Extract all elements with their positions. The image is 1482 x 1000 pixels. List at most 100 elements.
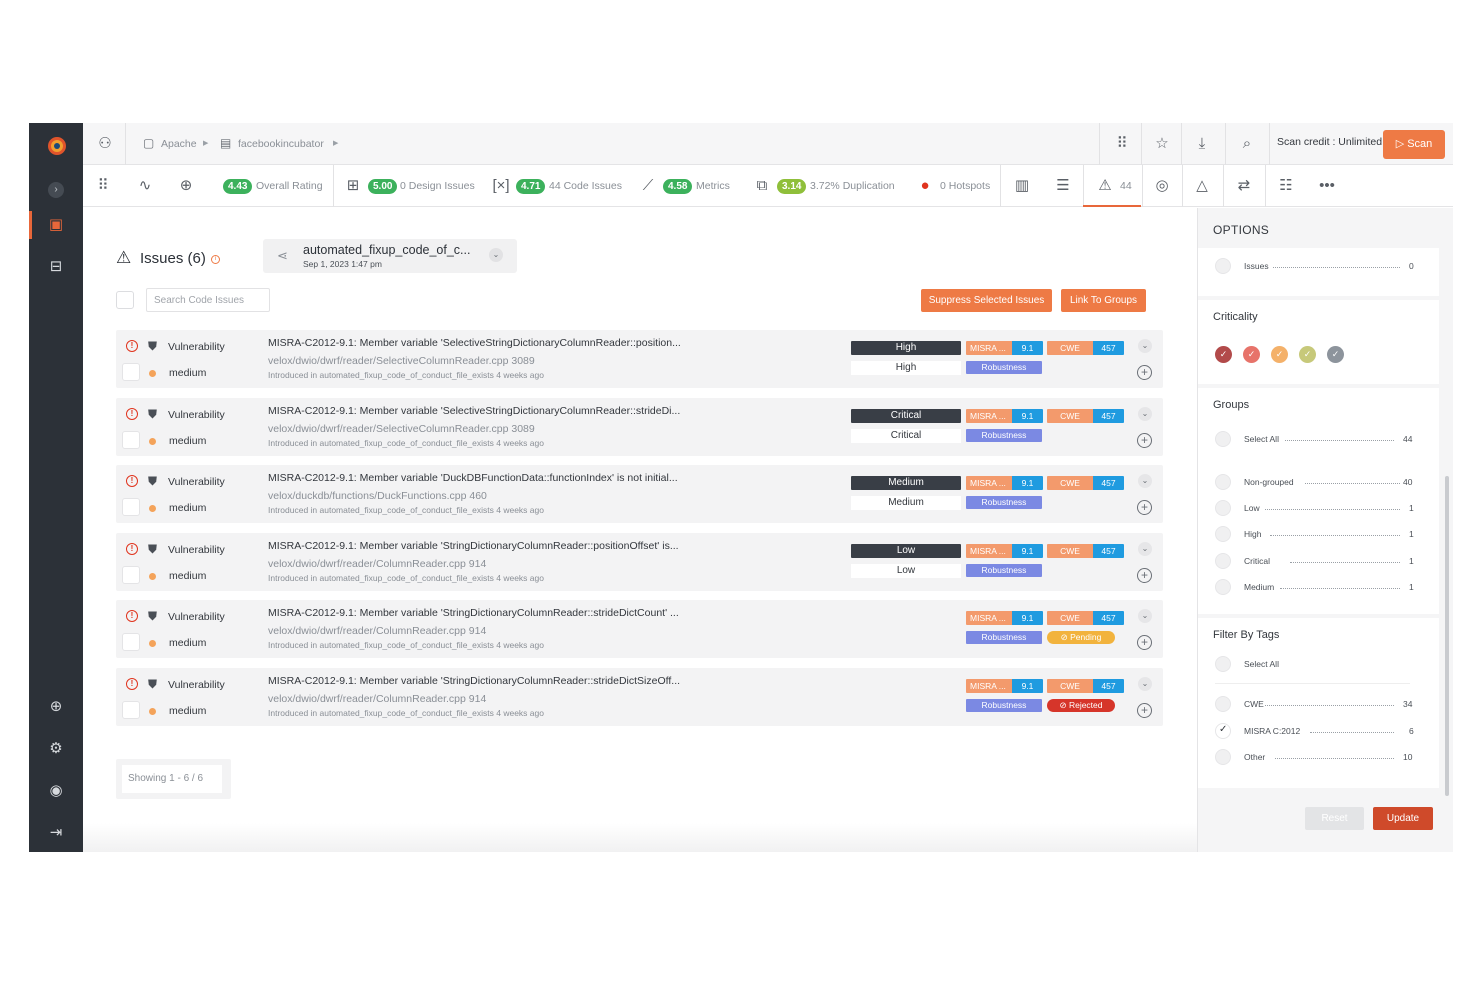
alert-triangle-icon[interactable]: △ — [1187, 165, 1217, 207]
criticality-filter-dot[interactable]: ✓ — [1299, 346, 1316, 363]
breadcrumb-org[interactable]: Apache — [161, 138, 197, 150]
breadcrumb-repo[interactable]: facebookincubator — [238, 138, 324, 150]
options-scrollbar[interactable] — [1445, 476, 1449, 796]
cwe-tag[interactable]: CWE 457 — [1047, 611, 1124, 625]
more-icon[interactable]: ••• — [1312, 165, 1342, 207]
group-radio[interactable] — [1215, 552, 1231, 569]
issue-checkbox[interactable] — [122, 700, 140, 719]
issue-title[interactable]: MISRA-C2012-9.1: Member variable 'String… — [268, 607, 679, 619]
pending-status-badge[interactable]: ⊘ Pending — [1047, 631, 1115, 644]
add-icon[interactable]: + — [1137, 702, 1152, 718]
search-input[interactable]: Search Code Issues — [146, 288, 270, 312]
integrations-icon[interactable]: ⊕ — [46, 697, 66, 717]
chevron-down-icon[interactable]: ⌄ — [1138, 676, 1152, 691]
dashboard-icon[interactable]: ⠿ — [88, 165, 118, 207]
cwe-tag[interactable]: CWE 457 — [1047, 678, 1124, 693]
select-all-checkbox[interactable] — [116, 291, 134, 309]
download-icon[interactable]: ⤓ — [1182, 123, 1222, 165]
criticality-filter-dot[interactable]: ✓ — [1327, 346, 1344, 363]
scan-button[interactable]: ▷ Scan — [1383, 130, 1445, 159]
issue-file[interactable]: velox/dwio/dwrf/reader/ColumnReader.cpp … — [268, 693, 486, 705]
issue-checkbox[interactable] — [122, 430, 140, 449]
issue-row[interactable]: ! ⛊ Vulnerability medium MISRA-C2012-9.1: Me… — [116, 600, 1163, 658]
cwe-tag[interactable]: CWE 457 — [1047, 476, 1124, 490]
issue-file[interactable]: velox/dwio/dwrf/reader/SelectiveColumnRe… — [268, 355, 535, 367]
issue-checkbox[interactable] — [122, 363, 140, 381]
chevron-down-icon[interactable]: ⌄ — [1138, 541, 1152, 556]
add-icon[interactable]: + — [1137, 365, 1152, 380]
duplication-label[interactable]: 3.72% Duplication — [810, 180, 895, 192]
add-icon[interactable]: + — [1137, 500, 1152, 515]
activity-icon[interactable]: ∿ — [130, 165, 160, 207]
issue-file[interactable]: velox/duckdb/functions/DuckFunctions.cpp… — [268, 490, 487, 502]
grid-menu-icon[interactable]: ⠿ — [1102, 123, 1142, 165]
criticality-filter-dot[interactable]: ✓ — [1215, 346, 1232, 363]
tags-select-all-radio[interactable] — [1215, 656, 1231, 672]
search-icon[interactable]: ⌕ — [1227, 123, 1267, 165]
issue-title[interactable]: MISRA-C2012-9.1: Member variable 'Select… — [268, 405, 680, 417]
group-radio[interactable] — [1215, 474, 1231, 490]
issues-filter-radio[interactable] — [1215, 258, 1231, 274]
target-icon[interactable]: ⊕ — [171, 165, 201, 207]
criticality-filter-dot[interactable]: ✓ — [1271, 346, 1288, 363]
criticality-filter-dot[interactable]: ✓ — [1243, 346, 1260, 363]
link-to-groups-button[interactable]: Link To Groups — [1061, 289, 1146, 312]
tag-checkbox[interactable] — [1215, 749, 1231, 765]
reset-button[interactable]: Reset — [1305, 807, 1364, 830]
group-radio[interactable] — [1215, 578, 1231, 595]
issue-row[interactable]: ! ⛊ Vulnerability medium MISRA-C2012-9.1: Me… — [116, 465, 1163, 523]
cwe-tag[interactable]: CWE 457 — [1047, 341, 1124, 355]
branch-selector[interactable]: ⋖ automated_fixup_code_of_c... Sep 1, 20… — [263, 239, 517, 273]
robustness-tag[interactable]: Robustness — [966, 361, 1042, 374]
misra-tag[interactable]: MISRA ... 9.1 — [966, 543, 1043, 558]
layout-icon[interactable]: ▥ — [1007, 165, 1037, 207]
misra-tag[interactable]: MISRA ... 9.1 — [966, 341, 1043, 355]
info-icon[interactable]: i — [211, 255, 220, 264]
rejected-status-badge[interactable]: ⊘ Rejected — [1047, 698, 1115, 712]
chevron-down-icon[interactable]: ⌄ — [1138, 339, 1152, 353]
warning-icon[interactable]: ⚠ — [1090, 165, 1120, 207]
update-button[interactable]: Update — [1373, 807, 1433, 830]
issue-file[interactable]: velox/dwio/dwrf/reader/SelectiveColumnRe… — [268, 423, 535, 435]
issue-title[interactable]: MISRA-C2012-9.1: Member variable 'String… — [268, 540, 679, 552]
hotspots-label[interactable]: 0 Hotspots — [940, 180, 990, 192]
suppress-selected-button[interactable]: Suppress Selected Issues — [921, 289, 1052, 312]
tag-checkbox[interactable] — [1215, 696, 1231, 712]
chevron-down-icon[interactable]: ⌄ — [1138, 406, 1152, 421]
app-logo[interactable] — [48, 137, 66, 155]
issue-checkbox[interactable] — [122, 565, 140, 584]
logout-icon[interactable]: ⇥ — [46, 823, 66, 843]
hidden-eye-icon[interactable]: ◎ — [1147, 165, 1177, 207]
user-profile-icon[interactable]: ◉ — [46, 781, 66, 801]
issue-checkbox[interactable] — [122, 498, 140, 516]
misra-tag[interactable]: MISRA ... 9.1 — [966, 678, 1043, 693]
add-icon[interactable]: + — [1137, 567, 1152, 583]
groups-select-all-radio[interactable] — [1215, 431, 1231, 447]
misra-tag[interactable]: MISRA ... 9.1 — [966, 408, 1043, 423]
issue-row[interactable]: ! ⛊ Vulnerability medium MISRA-C2012-9.1: Me… — [116, 667, 1163, 726]
issue-title[interactable]: MISRA-C2012-9.1: Member variable 'String… — [268, 675, 680, 687]
robustness-tag[interactable]: Robustness — [966, 496, 1042, 509]
list-icon[interactable]: ☰ — [1048, 165, 1078, 207]
issue-row[interactable]: ! ⛊ Vulnerability medium MISRA-C2012-9.1: Me… — [116, 397, 1163, 456]
issue-checkbox[interactable] — [122, 633, 140, 651]
hierarchy-icon[interactable]: ⚇ — [85, 123, 125, 165]
issue-row[interactable]: ! ⛊ Vulnerability medium MISRA-C2012-9.1: Me… — [116, 532, 1163, 591]
robustness-tag[interactable]: Robustness — [966, 631, 1042, 644]
group-radio[interactable] — [1215, 500, 1231, 517]
cwe-tag[interactable]: CWE 457 — [1047, 408, 1124, 423]
settings-icon[interactable]: ⚙ — [46, 739, 66, 759]
expand-sidebar-icon[interactable]: › — [48, 182, 64, 198]
chevron-down-icon[interactable]: ⌄ — [1138, 609, 1152, 623]
misra-tag[interactable]: MISRA ... 9.1 — [966, 476, 1043, 490]
overall-rating-label[interactable]: Overall Rating — [256, 180, 323, 192]
tag-checkbox[interactable] — [1215, 722, 1231, 739]
add-icon[interactable]: + — [1137, 635, 1152, 650]
checklist-icon[interactable]: ☷ — [1271, 165, 1301, 207]
code-issues-label[interactable]: 44 Code Issues — [549, 180, 622, 192]
cwe-tag[interactable]: CWE 457 — [1047, 543, 1124, 558]
chevron-down-icon[interactable]: ⌄ — [1138, 474, 1152, 488]
issue-file[interactable]: velox/dwio/dwrf/reader/ColumnReader.cpp … — [268, 558, 486, 570]
robustness-tag[interactable]: Robustness — [966, 428, 1042, 442]
misra-tag[interactable]: MISRA ... 9.1 — [966, 611, 1043, 625]
